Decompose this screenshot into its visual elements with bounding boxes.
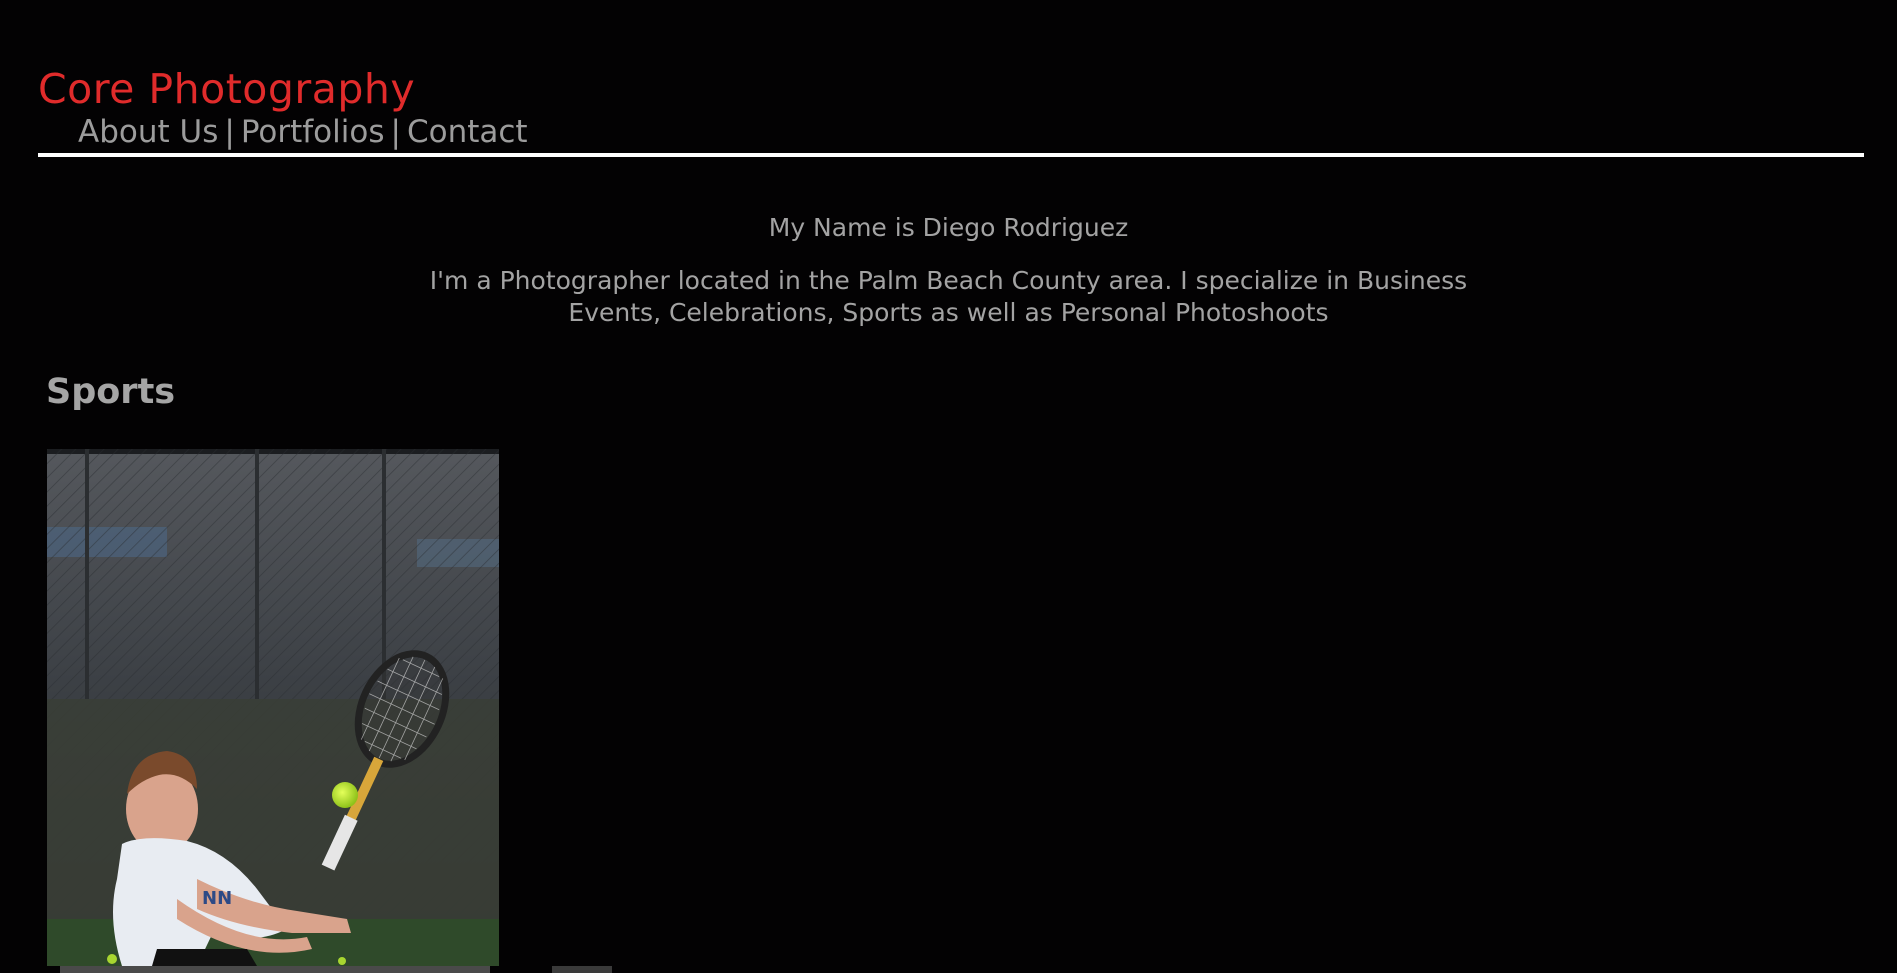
header-divider (38, 153, 1864, 157)
intro-section: My Name is Diego Rodriguez I'm a Photogr… (0, 208, 1897, 329)
site-title[interactable]: Core Photography (38, 62, 1864, 116)
nav-separator: | (390, 114, 401, 150)
intro-heading: My Name is Diego Rodriguez (768, 213, 1129, 242)
scroll-strip-1 (60, 966, 490, 973)
scroll-strip-2 (552, 966, 612, 973)
nav-about-us[interactable]: About Us (78, 114, 218, 150)
intro-bio: I'm a Photographer located in the Palm B… (429, 266, 1468, 327)
main-nav: About Us | Portfolios | Contact (78, 112, 1864, 152)
tennis-player-photo: NN (47, 449, 499, 966)
svg-text:NN: NN (202, 888, 232, 909)
nav-separator: | (224, 114, 235, 150)
nav-portfolios[interactable]: Portfolios (241, 114, 385, 150)
section-title-sports: Sports (46, 372, 176, 412)
nav-contact[interactable]: Contact (407, 114, 528, 150)
site-header: Core Photography About Us | Portfolios | Con… (38, 62, 1864, 152)
sports-photo-thumbnail[interactable]: NN (47, 449, 499, 966)
